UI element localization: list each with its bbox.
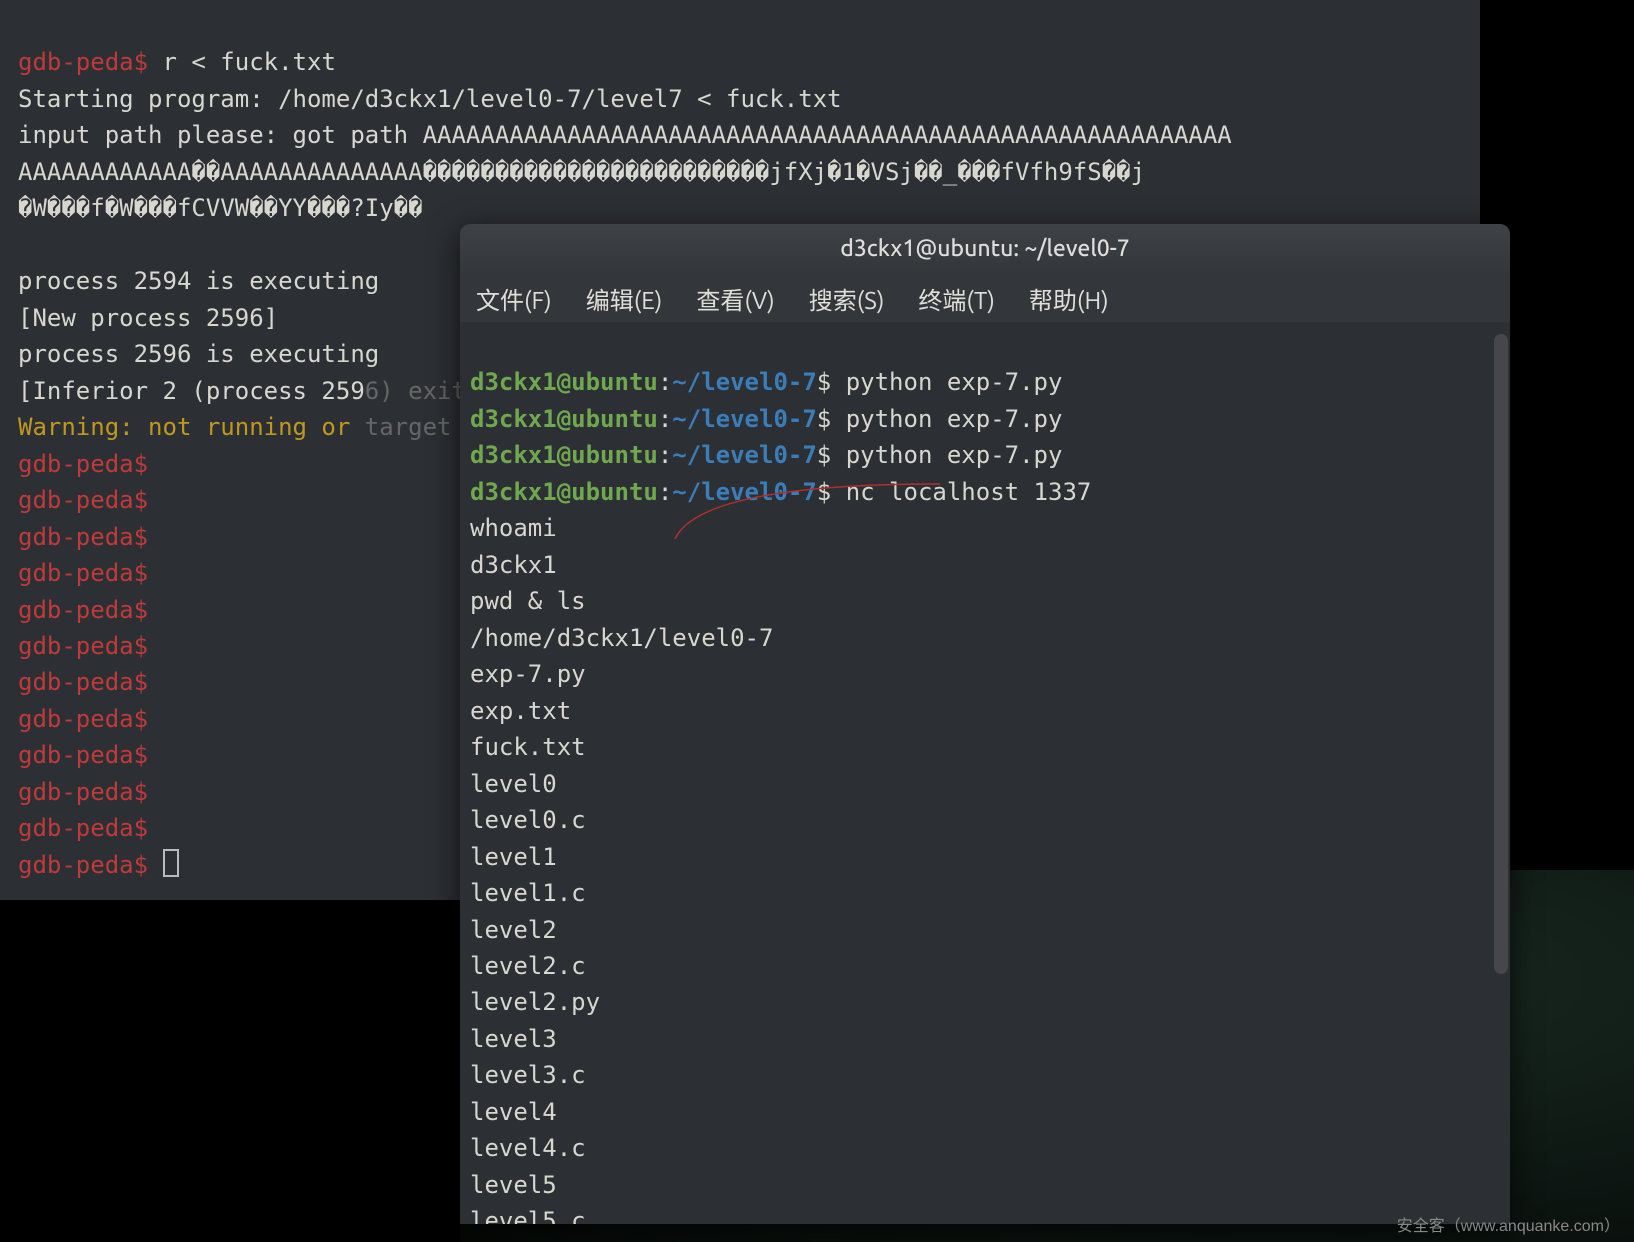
- gdb-prompt: gdb-peda$: [18, 48, 148, 76]
- terminal-output: level5: [470, 1171, 557, 1199]
- gdb-prompt: gdb-peda$: [18, 523, 148, 551]
- scrollbar[interactable]: [1494, 334, 1508, 974]
- gdb-out-line: process 2594 is executing: [18, 267, 379, 295]
- gdb-out-line: [New process 2596]: [18, 304, 278, 332]
- terminal-output: d3ckx1: [470, 551, 557, 579]
- menu-edit[interactable]: 编辑(E): [578, 277, 671, 320]
- shell-command: nc localhost 1337: [846, 478, 1092, 506]
- terminal-output: level4: [470, 1098, 557, 1126]
- menu-help[interactable]: 帮助(H): [1021, 277, 1117, 320]
- terminal-output: whoami: [470, 514, 557, 542]
- gdb-prompt: gdb-peda$: [18, 851, 148, 879]
- shell-command: python exp-7.py: [846, 368, 1063, 396]
- gdb-out-line: �W���f�W���fCVVW��YY���?Iy��: [18, 194, 423, 222]
- gdb-prompt: gdb-peda$: [18, 632, 148, 660]
- gdb-prompt: gdb-peda$: [18, 778, 148, 806]
- gdb-prompt: gdb-peda$: [18, 668, 148, 696]
- cursor-icon: [163, 849, 179, 877]
- gdb-prompt: gdb-peda$: [18, 814, 148, 842]
- terminal-output: exp-7.py: [470, 660, 586, 688]
- terminal-output: fuck.txt: [470, 733, 586, 761]
- prompt-line: d3ckx1@ubuntu:~/level0-7$ nc localhost 1…: [470, 478, 1091, 506]
- gdb-out-line: process 2596 is executing: [18, 340, 379, 368]
- prompt-path: ~/level0-7: [672, 368, 817, 396]
- menu-file[interactable]: 文件(F): [468, 277, 560, 320]
- gdb-prompt: gdb-peda$: [18, 596, 148, 624]
- terminal-output: /home/d3ckx1/level0-7: [470, 624, 773, 652]
- shell-command: python exp-7.py: [846, 441, 1063, 469]
- gdb-prompt: gdb-peda$: [18, 705, 148, 733]
- terminal-output: level4.c: [470, 1134, 586, 1162]
- terminal-output: level2.c: [470, 952, 586, 980]
- gdb-command: r < fuck.txt: [148, 48, 336, 76]
- terminal-output: level1: [470, 843, 557, 871]
- terminal-output: pwd & ls: [470, 587, 586, 615]
- terminal-output: level0.c: [470, 806, 586, 834]
- terminal-body[interactable]: d3ckx1@ubuntu:~/level0-7$ python exp-7.p…: [460, 322, 1510, 1224]
- prompt-line: d3ckx1@ubuntu:~/level0-7$ python exp-7.p…: [470, 405, 1062, 433]
- gdb-prompt: gdb-peda$: [18, 559, 148, 587]
- watermark: 安全客（www.anquanke.com）: [1397, 1212, 1620, 1236]
- terminal-window[interactable]: d3ckx1@ubuntu: ~/level0-7 文件(F) 编辑(E) 查看…: [460, 224, 1510, 1224]
- prompt-line: d3ckx1@ubuntu:~/level0-7$ python exp-7.p…: [470, 441, 1062, 469]
- terminal-output: level1.c: [470, 879, 586, 907]
- prompt-line: d3ckx1@ubuntu:~/level0-7$ python exp-7.p…: [470, 368, 1062, 396]
- menubar: 文件(F) 编辑(E) 查看(V) 搜索(S) 终端(T) 帮助(H): [460, 274, 1510, 322]
- gdb-prompt: gdb-peda$: [18, 450, 148, 478]
- gdb-out-line: Starting program: /home/d3ckx1/level0-7/…: [18, 85, 842, 113]
- gdb-prompt: gdb-peda$: [18, 741, 148, 769]
- prompt-user: d3ckx1@ubuntu: [470, 368, 658, 396]
- terminal-output: level2.py: [470, 988, 600, 1016]
- gdb-out-line: AAAAAAAAAAAA��AAAAAAAAAAAAAA������������…: [18, 158, 1145, 186]
- terminal-output: level0: [470, 770, 557, 798]
- menu-terminal[interactable]: 终端(T): [910, 277, 1002, 320]
- terminal-output: level3.c: [470, 1061, 586, 1089]
- terminal-output: exp.txt: [470, 697, 571, 725]
- gdb-prompt: gdb-peda$: [18, 486, 148, 514]
- terminal-output: level3: [470, 1025, 557, 1053]
- gdb-out-line: input path please: got path AAAAAAAAAAAA…: [18, 121, 1232, 149]
- menu-view[interactable]: 查看(V): [688, 277, 782, 320]
- terminal-output: level2: [470, 916, 557, 944]
- menu-search[interactable]: 搜索(S): [801, 277, 893, 320]
- terminal-output: level5.c: [470, 1207, 586, 1224]
- window-title[interactable]: d3ckx1@ubuntu: ~/level0-7: [460, 224, 1510, 274]
- shell-command: python exp-7.py: [846, 405, 1063, 433]
